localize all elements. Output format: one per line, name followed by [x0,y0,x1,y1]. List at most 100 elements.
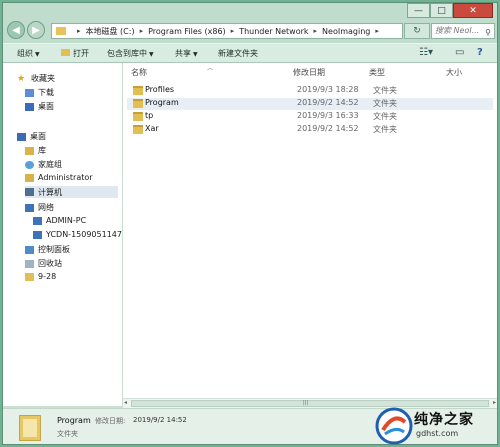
chevron-down-icon: ▼ [193,51,198,58]
breadcrumb-thunder-network[interactable]: Thunder Network [239,27,308,36]
sidebar-item-downloads[interactable]: 下载 [25,87,54,98]
sort-caret-icon: ︿ [207,65,214,72]
file-list: 名称 ︿ 修改日期 类型 大小 Profiles 2019/9/3 18:28 … [123,63,497,406]
share-label: 共享 [175,49,191,58]
file-name: tp [145,111,154,120]
open-label: 打开 [73,49,89,58]
folder-icon [19,415,41,441]
recycle-bin-icon [25,259,34,268]
sidebar-item-label: 控制面板 [38,245,70,254]
open-button[interactable]: 打开 [61,48,89,59]
sidebar-item-label: 计算机 [38,187,62,197]
search-input[interactable]: 搜索 NeoI... ⚲ [431,23,495,39]
watermark-logo-icon [375,407,413,445]
file-row[interactable]: tp 2019/9/3 16:33 文件夹 [127,111,493,123]
sidebar-item-label: ADMIN-PC [46,216,87,225]
file-row[interactable]: Xar 2019/9/2 14:52 文件夹 [127,124,493,136]
network-icon [25,203,34,212]
sidebar-item-favorites[interactable]: ★ 收藏夹 [17,73,55,84]
downloads-icon [25,88,34,97]
computer-icon [25,188,34,196]
include-in-library-label: 包含到库中 [107,49,147,58]
minimize-button[interactable]: — [407,3,430,18]
organize-button[interactable]: 组织 ▼ [17,48,40,59]
computer-icon [33,230,42,239]
scrollbar-grip-icon: ||| [303,400,309,406]
control-panel-icon [25,245,34,254]
include-in-library-button[interactable]: 包含到库中 ▼ [107,48,154,59]
sidebar-item-label: 下载 [38,88,54,97]
forward-button[interactable]: ▶ [27,21,45,39]
sidebar-item-desktop-favorite[interactable]: 桌面 [25,101,54,112]
sidebar-item-recycle-bin[interactable]: 回收站 [25,258,62,269]
sidebar-item-desktop[interactable]: 桌面 [17,131,46,142]
file-date: 2019/9/2 14:52 [297,124,359,133]
breadcrumb-local-disk[interactable]: 本地磁盘 (C:) [86,26,135,37]
caption-buttons: — □ ✕ [407,3,493,18]
sidebar-item-admin-pc[interactable]: ADMIN-PC [33,216,86,225]
sidebar-item-label: 家庭组 [38,160,62,169]
breadcrumb-chevron-icon[interactable]: ▸ [140,27,144,35]
refresh-button[interactable]: ↻ [404,23,430,39]
watermark-text: 纯净之家 [414,412,474,428]
sidebar-item-library[interactable]: 库 [25,145,46,156]
column-header-name[interactable]: 名称 [131,67,147,78]
sidebar-item-administrator[interactable]: Administrator [25,173,93,182]
file-name: Xar [145,124,159,133]
column-header-date[interactable]: 修改日期 [293,67,325,78]
sidebar-item-network[interactable]: 网络 [25,202,54,213]
computer-icon [33,216,42,225]
library-icon [25,146,34,155]
sidebar-item-label: Administrator [38,173,93,182]
breadcrumb-program-files[interactable]: Program Files (x86) [148,27,226,36]
column-header-size[interactable]: 大小 [446,67,462,78]
file-type: 文件夹 [373,86,397,95]
sidebar-item-control-panel[interactable]: 控制面板 [25,244,70,255]
column-header-type[interactable]: 类型 [369,67,385,78]
details-date-label: 修改日期: [95,417,126,425]
breadcrumb-neoimaging[interactable]: NeoImaging [322,27,370,36]
close-button[interactable]: ✕ [453,3,493,18]
chevron-down-icon: ▼ [35,51,40,58]
chevron-down-icon: ▼ [149,51,154,58]
new-folder-label: 新建文件夹 [218,49,258,58]
breadcrumb-chevron-icon[interactable]: ▸ [231,27,235,35]
navigation-pane: ★ 收藏夹 下载 桌面 桌面 库 家庭组 Administrator 计算机 网络… [3,63,123,406]
help-icon[interactable]: ? [477,47,483,58]
breadcrumb-chevron-icon[interactable]: ▸ [314,27,318,35]
sidebar-item-computer[interactable]: 计算机 [25,186,118,198]
sidebar-item-ycdn[interactable]: YCDN-1509051147 [33,230,122,239]
desktop-icon [25,102,34,111]
sidebar-item-label: 收藏夹 [31,74,55,83]
file-date: 2019/9/3 16:33 [297,111,359,120]
search-placeholder: 搜索 NeoI... [435,26,480,35]
sidebar-item-label: YCDN-1509051147 [46,230,122,239]
address-bar[interactable]: ▸ 本地磁盘 (C:) ▸ Program Files (x86) ▸ Thun… [51,23,403,39]
maximize-button[interactable]: □ [430,3,453,18]
breadcrumb-chevron-icon[interactable]: ▸ [375,27,379,35]
details-name: Program [57,416,91,425]
breadcrumb-chevron-icon[interactable]: ▸ [77,27,81,35]
watermark: 纯净之家 gdhst.com [372,404,500,447]
file-row[interactable]: Profiles 2019/9/3 18:28 文件夹 [127,85,493,97]
file-type: 文件夹 [373,125,397,134]
sidebar-item-label: 桌面 [38,102,54,111]
title-bar: — □ ✕ ◀ ▶ ▸ 本地磁盘 (C:) ▸ Program Files (x… [3,3,497,43]
scroll-left-icon[interactable]: ◂ [124,399,127,406]
star-icon: ★ [17,73,26,84]
details-date-value: 2019/9/2 14:52 [133,416,187,424]
view-options-icon[interactable]: ☷▾ [419,47,433,58]
file-row[interactable]: Program 2019/9/2 14:52 文件夹 [127,98,493,110]
homegroup-icon [25,160,34,169]
file-date: 2019/9/2 14:52 [297,98,359,107]
search-icon: ⚲ [485,28,491,37]
sidebar-item-9-28[interactable]: 9-28 [25,272,56,281]
share-button[interactable]: 共享 ▼ [175,48,198,59]
sidebar-item-homegroup[interactable]: 家庭组 [25,159,62,170]
preview-pane-icon[interactable]: ▭ [455,47,464,58]
file-type: 文件夹 [373,99,397,108]
folder-icon [133,125,143,134]
new-folder-button[interactable]: 新建文件夹 [218,48,258,59]
back-button[interactable]: ◀ [7,21,25,39]
folder-icon [133,112,143,121]
